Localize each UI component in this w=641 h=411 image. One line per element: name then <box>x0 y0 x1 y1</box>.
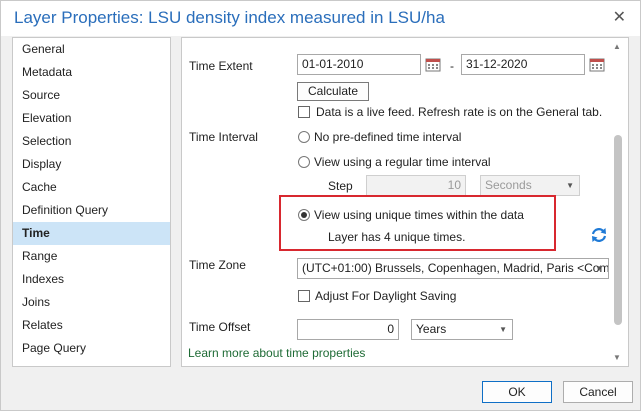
step-unit-value: Seconds <box>485 178 532 192</box>
ok-button[interactable]: OK <box>482 381 552 403</box>
close-icon[interactable]: ✕ <box>613 7 626 27</box>
cancel-button[interactable]: Cancel <box>563 381 633 403</box>
sidebar-item-source[interactable]: Source <box>13 84 170 107</box>
dialog-title: Layer Properties: LSU density index meas… <box>14 8 445 27</box>
sidebar-item-display[interactable]: Display <box>13 153 170 176</box>
calendar-icon[interactable] <box>425 57 441 72</box>
time-zone-label: Time Zone <box>189 258 246 272</box>
chevron-down-icon: ▼ <box>499 325 507 334</box>
sidebar-item-metadata[interactable]: Metadata <box>13 61 170 84</box>
calendar-icon[interactable] <box>589 57 605 72</box>
time-offset-unit-value: Years <box>416 322 447 336</box>
layer-properties-dialog: Layer Properties: LSU density index meas… <box>0 0 641 411</box>
live-feed-checkbox[interactable] <box>298 106 310 118</box>
step-unit-select[interactable]: Seconds ▼ <box>480 175 580 196</box>
sidebar-item-relates[interactable]: Relates <box>13 314 170 337</box>
step-value-input[interactable]: 10 <box>366 175 466 196</box>
chevron-down-icon: ▼ <box>566 181 574 190</box>
sidebar: General Metadata Source Elevation Select… <box>12 37 171 367</box>
time-zone-select[interactable]: (UTC+01:00) Brussels, Copenhagen, Madrid… <box>297 258 609 279</box>
daylight-saving-label: Adjust For Daylight Saving <box>315 289 457 303</box>
live-feed-label: Data is a live feed. Refresh rate is on … <box>316 105 603 119</box>
highlight-box <box>279 195 556 251</box>
sidebar-item-cache[interactable]: Cache <box>13 176 170 199</box>
sidebar-item-page-query[interactable]: Page Query <box>13 337 170 360</box>
sidebar-item-joins[interactable]: Joins <box>13 291 170 314</box>
title-bar: Layer Properties: LSU density index meas… <box>1 1 640 36</box>
time-offset-label: Time Offset <box>189 320 251 334</box>
scroll-down-icon[interactable]: ▼ <box>613 353 621 362</box>
time-extent-separator: - <box>450 59 454 73</box>
calculate-button[interactable]: Calculate <box>297 82 369 101</box>
time-extent-label: Time Extent <box>189 59 253 73</box>
sidebar-item-selection[interactable]: Selection <box>13 130 170 153</box>
refresh-icon[interactable] <box>590 226 608 244</box>
time-offset-input[interactable]: 0 <box>297 319 399 340</box>
scroll-up-icon[interactable]: ▲ <box>613 42 621 51</box>
panel-scrollbar[interactable]: ▲ ▼ <box>609 39 627 365</box>
end-time-input[interactable]: 31-12-2020 <box>461 54 585 75</box>
time-zone-value: (UTC+01:00) Brussels, Copenhagen, Madrid… <box>302 261 609 275</box>
sidebar-item-elevation[interactable]: Elevation <box>13 107 170 130</box>
step-label: Step <box>328 179 353 193</box>
sidebar-item-time[interactable]: Time <box>13 222 170 245</box>
no-predefined-interval-label: No pre-defined time interval <box>314 130 462 144</box>
sidebar-item-general[interactable]: General <box>13 38 170 61</box>
chevron-down-icon: ▼ <box>595 264 603 273</box>
time-interval-label: Time Interval <box>189 130 258 144</box>
time-offset-unit-select[interactable]: Years ▼ <box>411 319 513 340</box>
start-time-input[interactable]: 01-01-2010 <box>297 54 421 75</box>
no-predefined-interval-radio[interactable] <box>298 131 310 143</box>
learn-more-link[interactable]: Learn more about time properties <box>188 346 365 360</box>
sidebar-item-range[interactable]: Range <box>13 245 170 268</box>
sidebar-item-indexes[interactable]: Indexes <box>13 268 170 291</box>
sidebar-item-definition-query[interactable]: Definition Query <box>13 199 170 222</box>
regular-interval-radio[interactable] <box>298 156 310 168</box>
scroll-thumb[interactable] <box>614 135 622 325</box>
daylight-saving-checkbox[interactable] <box>298 290 310 302</box>
regular-interval-label: View using a regular time interval <box>314 155 491 169</box>
